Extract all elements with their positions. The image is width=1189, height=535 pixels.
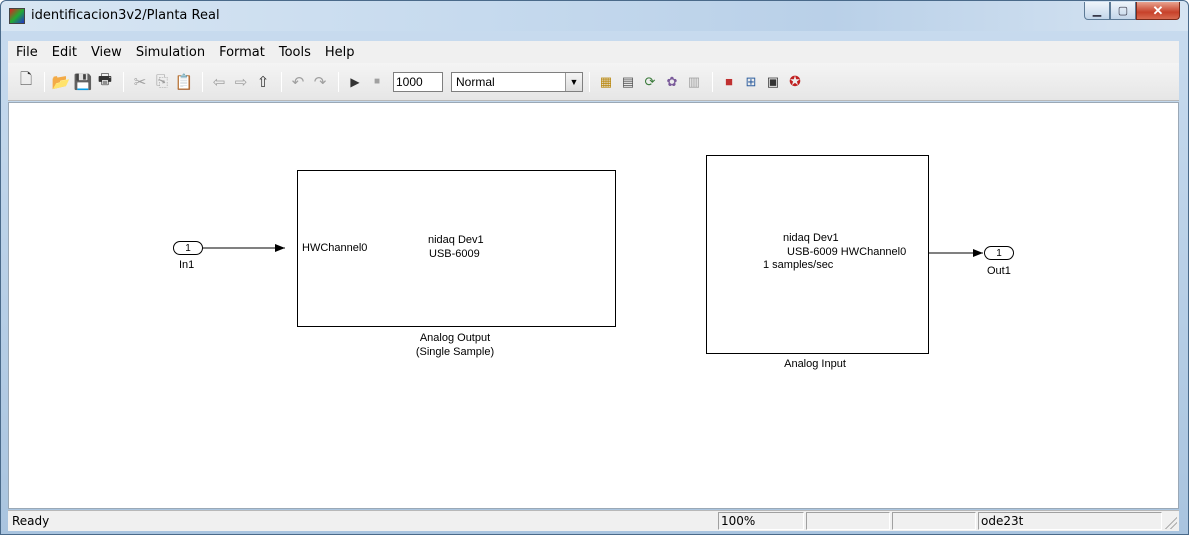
analog-input-caption: Analog Input bbox=[784, 358, 846, 370]
copy-icon[interactable]: ⎘ bbox=[152, 72, 172, 92]
analog-input-block[interactable]: nidaq Dev1 USB-6009 HWChannel0 1 samples… bbox=[706, 155, 929, 354]
debugger-icon[interactable]: ▣ bbox=[763, 72, 783, 92]
toolbar-separator bbox=[44, 71, 45, 92]
status-bar: Ready 100% ode23t bbox=[8, 510, 1179, 531]
analog-input-rate: 1 samples/sec bbox=[763, 259, 834, 271]
update-diagram-icon[interactable]: ▤ bbox=[618, 72, 638, 92]
menu-help[interactable]: Help bbox=[318, 45, 362, 60]
menu-format[interactable]: Format bbox=[212, 45, 272, 60]
model-advisor-icon[interactable]: ▥ bbox=[684, 72, 704, 92]
model-canvas[interactable]: 1 In1 HWChannel0 nidaq Dev1 USB-6009 Ana… bbox=[8, 102, 1179, 509]
minimize-button[interactable]: ▁ bbox=[1084, 2, 1110, 20]
inport-name: In1 bbox=[179, 259, 195, 271]
analog-output-port-label: HWChannel0 bbox=[302, 242, 368, 254]
debug-icon[interactable]: ✿ bbox=[662, 72, 682, 92]
toolbar-separator bbox=[712, 71, 713, 92]
redo-icon[interactable]: ↷ bbox=[310, 72, 330, 92]
close-icon: ✕ bbox=[1152, 2, 1164, 18]
analog-input-model-port: USB-6009 HWChannel0 bbox=[787, 246, 907, 258]
library-browser-icon[interactable]: ■ bbox=[719, 72, 739, 92]
new-model-icon[interactable]: 🗋 bbox=[16, 71, 36, 92]
toolbar-separator bbox=[123, 71, 124, 92]
status-cell-empty-2 bbox=[892, 512, 976, 530]
solver-name: ode23t bbox=[978, 512, 1162, 530]
menu-edit[interactable]: Edit bbox=[45, 45, 84, 60]
build-model-icon[interactable]: ▦ bbox=[596, 72, 616, 92]
simulink-model-icon bbox=[9, 8, 25, 24]
outport-block[interactable]: 1 bbox=[984, 246, 1014, 260]
menu-tools[interactable]: Tools bbox=[272, 45, 318, 60]
chevron-down-icon[interactable]: ▼ bbox=[565, 72, 582, 91]
analog-output-block[interactable]: HWChannel0 nidaq Dev1 USB-6009 bbox=[297, 170, 616, 327]
toolbar-separator bbox=[202, 71, 203, 92]
menu-bar: File Edit View Simulation Format Tools H… bbox=[8, 41, 1179, 63]
toolbar-separator bbox=[338, 71, 339, 92]
analog-output-caption: Analog Output bbox=[419, 332, 491, 344]
stop-time-input[interactable]: 1000 bbox=[393, 71, 443, 92]
title-bar[interactable]: identificacion3v2/Planta Real ▁ ▢ ✕ bbox=[1, 1, 1188, 31]
back-arrow-icon[interactable]: ⇦ bbox=[209, 72, 229, 92]
analog-output-model: USB-6009 bbox=[429, 248, 480, 260]
analog-output-caption-sub: (Single Sample) bbox=[415, 346, 495, 358]
zoom-level: 100% bbox=[718, 512, 804, 530]
status-text: Ready bbox=[12, 514, 50, 528]
toolbar: 🗋 📂 💾 🖶 ✂ ⎘ 📋 ⇦ ⇨ ⇧ ↶ ↷ ▶ ■ 1000 Normal … bbox=[8, 63, 1179, 101]
cut-icon[interactable]: ✂ bbox=[130, 72, 150, 92]
print-icon[interactable]: 🖶 bbox=[95, 71, 115, 92]
forward-arrow-icon[interactable]: ⇨ bbox=[231, 72, 251, 92]
start-simulation-icon[interactable]: ▶ bbox=[345, 72, 365, 92]
model-explorer-icon[interactable]: ⊞ bbox=[741, 72, 761, 92]
simulation-mode-value: Normal bbox=[456, 74, 495, 89]
maximize-button[interactable]: ▢ bbox=[1110, 2, 1136, 20]
maximize-icon: ▢ bbox=[1117, 5, 1129, 17]
open-folder-icon[interactable]: 📂 bbox=[51, 72, 71, 92]
stop-simulation-icon[interactable]: ■ bbox=[367, 72, 387, 92]
analog-input-device: nidaq Dev1 bbox=[783, 232, 839, 244]
inport-block[interactable]: 1 bbox=[173, 241, 203, 255]
menu-file[interactable]: File bbox=[8, 45, 45, 60]
paste-icon[interactable]: 📋 bbox=[174, 72, 194, 92]
menu-simulation[interactable]: Simulation bbox=[129, 45, 212, 60]
toolbar-separator bbox=[589, 71, 590, 92]
status-cell-empty-1 bbox=[806, 512, 890, 530]
minimize-icon: ▁ bbox=[1092, 5, 1102, 17]
resize-grip-icon[interactable] bbox=[1165, 517, 1177, 529]
undo-icon[interactable]: ↶ bbox=[288, 72, 308, 92]
menu-view[interactable]: View bbox=[84, 45, 129, 60]
toolbar-separator bbox=[281, 71, 282, 92]
simulation-mode-select[interactable]: Normal ▼ bbox=[451, 71, 583, 92]
help-icon[interactable]: ✪ bbox=[785, 72, 805, 92]
save-icon[interactable]: 💾 bbox=[73, 72, 93, 92]
up-arrow-icon[interactable]: ⇧ bbox=[253, 72, 273, 92]
analog-output-device: nidaq Dev1 bbox=[428, 234, 484, 246]
refresh-icon[interactable]: ⟳ bbox=[640, 72, 660, 92]
close-button[interactable]: ✕ bbox=[1136, 2, 1180, 20]
outport-name: Out1 bbox=[987, 265, 1011, 277]
window-title: identificacion3v2/Planta Real bbox=[31, 8, 220, 23]
